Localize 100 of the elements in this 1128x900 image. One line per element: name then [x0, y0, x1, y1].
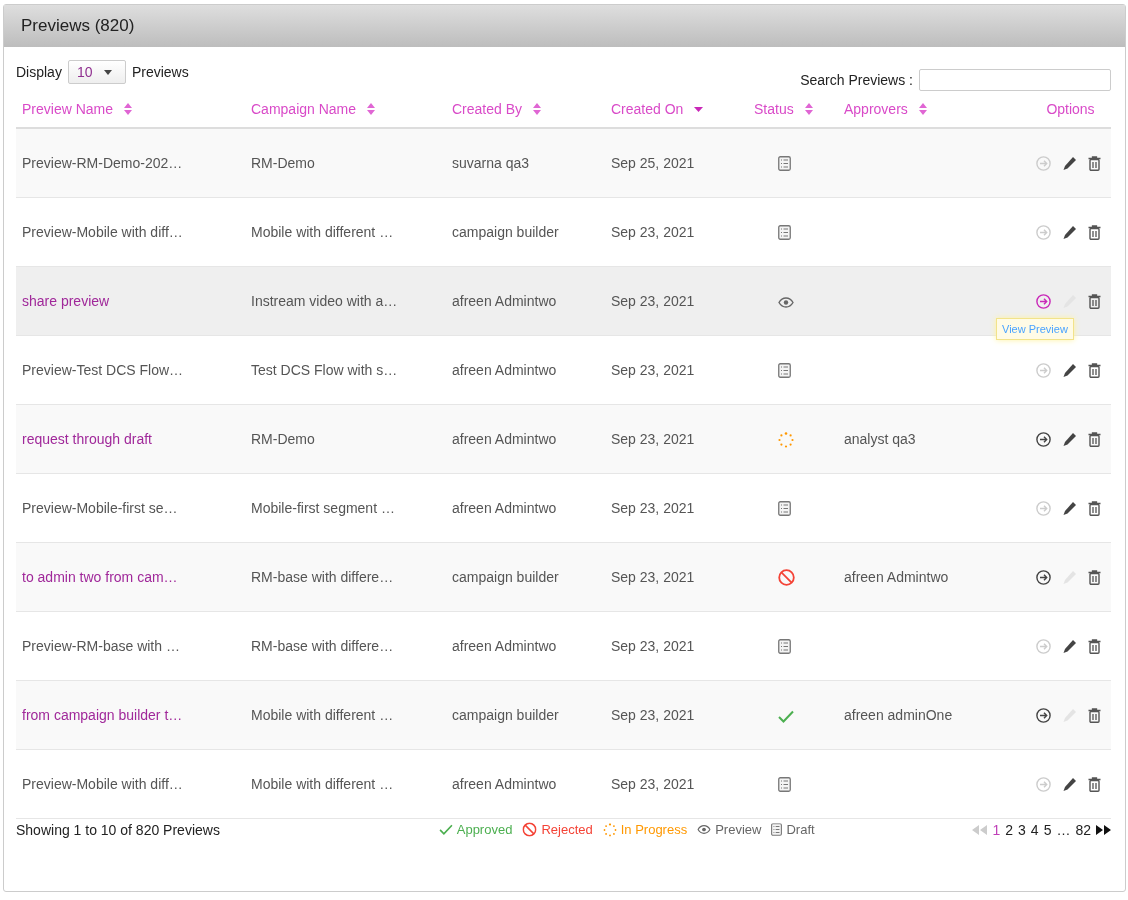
trash-icon[interactable]: [1088, 707, 1101, 723]
trash-icon[interactable]: [1088, 293, 1101, 309]
column-header[interactable]: Status: [754, 101, 794, 117]
table-cell: Sep 23, 2021: [611, 293, 695, 309]
trash-icon[interactable]: [1088, 362, 1101, 378]
table-cell: afreen Admintwo: [452, 776, 557, 792]
arrow-circle-icon[interactable]: [1036, 707, 1051, 723]
table-cell: Sep 23, 2021: [611, 638, 695, 654]
pencil-icon[interactable]: [1062, 431, 1077, 447]
table-cell: Mobile with different …: [251, 224, 394, 240]
preview-name-link[interactable]: to admin two from cam…: [22, 569, 178, 585]
page-link[interactable]: 5: [1043, 821, 1052, 838]
page-link[interactable]: 3: [1018, 821, 1026, 838]
page-link[interactable]: 2: [1005, 821, 1014, 838]
trash-icon[interactable]: [1088, 500, 1101, 516]
trash-icon[interactable]: [1088, 224, 1101, 240]
table-row[interactable]: Preview-Mobile-first se… Mobile-first segment … afreen Admintwo Sep 23, 2021: [16, 473, 1111, 543]
ellipsis: …: [1056, 821, 1071, 838]
column-header[interactable]: Preview Name: [22, 101, 114, 117]
showing-count: Showing 1 to 10 of 820 Previews: [16, 821, 220, 838]
table-cell: analyst qa3: [844, 431, 916, 447]
table-cell: RM-Demo: [251, 155, 315, 171]
page-link[interactable]: 4: [1030, 821, 1039, 838]
table-row[interactable]: Preview-Test DCS Flow… Test DCS Flow with s… afreen Admintwo Sep 23, 2021: [16, 335, 1111, 405]
arrow-circle-icon[interactable]: [1036, 293, 1051, 309]
table-cell: Sep 23, 2021: [611, 707, 695, 723]
column-header[interactable]: Options: [1046, 101, 1095, 117]
table-cell: Sep 23, 2021: [611, 569, 695, 585]
table-cell: campaign builder: [452, 569, 559, 585]
trash-icon[interactable]: [1088, 638, 1101, 654]
table-row[interactable]: request through draft RM-Demo afreen Admintwo Sep 23, 2021 analyst qa3: [16, 404, 1111, 474]
pencil-icon[interactable]: [1062, 638, 1077, 654]
table-cell: RM-Demo: [251, 431, 315, 447]
table-row[interactable]: Preview-RM-Demo-202… RM-Demo suvarna qa3 Sep 25, 2021: [16, 128, 1111, 198]
table-cell: Test DCS Flow with s…: [251, 362, 398, 378]
table-cell: Sep 23, 2021: [611, 431, 695, 447]
display-suffix: Previews: [131, 64, 189, 80]
table-row[interactable]: share preview Instream video with a… afreen Admintwo Sep 23, 2021 View Preview: [16, 266, 1111, 336]
table-cell: Sep 23, 2021: [611, 362, 695, 378]
page-size-dropdown[interactable]: 10: [67, 60, 126, 84]
arrow-circle-icon[interactable]: [1036, 569, 1051, 585]
tooltip: View Preview: [996, 317, 1074, 340]
table-cell: Sep 23, 2021: [611, 224, 695, 240]
pencil-icon[interactable]: [1062, 500, 1077, 516]
legend-label: Draft: [786, 822, 815, 837]
table-row[interactable]: Preview-Mobile with diff… Mobile with different … afreen Admintwo Sep 23, 2021: [16, 749, 1111, 819]
trash-icon[interactable]: [1088, 776, 1101, 792]
table-cell: Sep 25, 2021: [611, 155, 695, 171]
table-cell: afreen Admintwo: [452, 638, 557, 654]
column-header[interactable]: Created On: [611, 101, 684, 117]
legend-label: Rejected: [541, 822, 593, 837]
table-row[interactable]: Preview-RM-base with … RM-base with differe… afreen Admintwo Sep 23, 2021: [16, 611, 1111, 681]
preview-name-link[interactable]: from campaign builder t…: [22, 707, 183, 723]
preview-name: Preview-Mobile with diff…: [22, 224, 183, 240]
table-row[interactable]: from campaign builder t… Mobile with different … campaign builder Sep 23, 2021 afreen adminOne: [16, 680, 1111, 750]
table-cell: RM-base with differe…: [251, 638, 394, 654]
next-page-icon[interactable]: [1096, 824, 1111, 835]
preview-name: Preview-RM-base with …: [22, 638, 180, 654]
table-cell: Mobile-first segment …: [251, 500, 395, 516]
search-label: Search Previews :: [800, 72, 913, 88]
trash-icon[interactable]: [1088, 569, 1101, 585]
table-cell: campaign builder: [452, 224, 559, 240]
legend-label: Approved: [456, 822, 513, 837]
table-cell: afreen Admintwo: [452, 362, 557, 378]
display-label: Display: [16, 64, 62, 80]
table-cell: afreen Admintwo: [452, 431, 557, 447]
arrow-circle-icon[interactable]: [1036, 431, 1051, 447]
column-header[interactable]: Created By: [452, 101, 523, 117]
trash-icon[interactable]: [1088, 155, 1101, 171]
preview-name: Preview-Test DCS Flow…: [22, 362, 184, 378]
pencil-icon[interactable]: [1062, 362, 1077, 378]
search-field[interactable]: [919, 69, 1111, 91]
table-row[interactable]: to admin two from cam… RM-base with differe… campaign builder Sep 23, 2021 afreen Admintwo: [16, 542, 1111, 612]
table-cell: suvarna qa3: [452, 155, 530, 171]
preview-name: Preview-Mobile with diff…: [22, 776, 183, 792]
table-row[interactable]: Preview-Mobile with diff… Mobile with different … campaign builder Sep 23, 2021: [16, 197, 1111, 267]
pencil-icon[interactable]: [1062, 776, 1077, 792]
caret-icon: [104, 69, 113, 75]
legend-label: In Progress: [620, 822, 688, 837]
pencil-icon[interactable]: [1062, 224, 1077, 240]
column-header[interactable]: Approvers: [844, 101, 908, 117]
table-cell: campaign builder: [452, 707, 559, 723]
table-cell: afreen adminOne: [844, 707, 953, 723]
pencil-icon[interactable]: [1062, 155, 1077, 171]
preview-name: Preview-RM-Demo-202…: [22, 155, 183, 171]
table-cell: RM-base with differe…: [251, 569, 394, 585]
table-cell: Instream video with a…: [251, 293, 398, 309]
column-header[interactable]: Campaign Name: [251, 101, 357, 117]
page-link[interactable]: 1: [992, 821, 1001, 838]
table-cell: Sep 23, 2021: [611, 776, 695, 792]
table-cell: afreen Admintwo: [844, 569, 949, 585]
table-cell: Mobile with different …: [251, 707, 394, 723]
page-link[interactable]: 82: [1075, 821, 1091, 838]
preview-name-link[interactable]: share preview: [22, 293, 110, 309]
trash-icon[interactable]: [1088, 431, 1101, 447]
panel-title: Previews (820): [21, 16, 135, 36]
preview-name-link[interactable]: request through draft: [22, 431, 152, 447]
table-cell: afreen Admintwo: [452, 293, 557, 309]
table-cell: Mobile with different …: [251, 776, 394, 792]
table-cell: afreen Admintwo: [452, 500, 557, 516]
